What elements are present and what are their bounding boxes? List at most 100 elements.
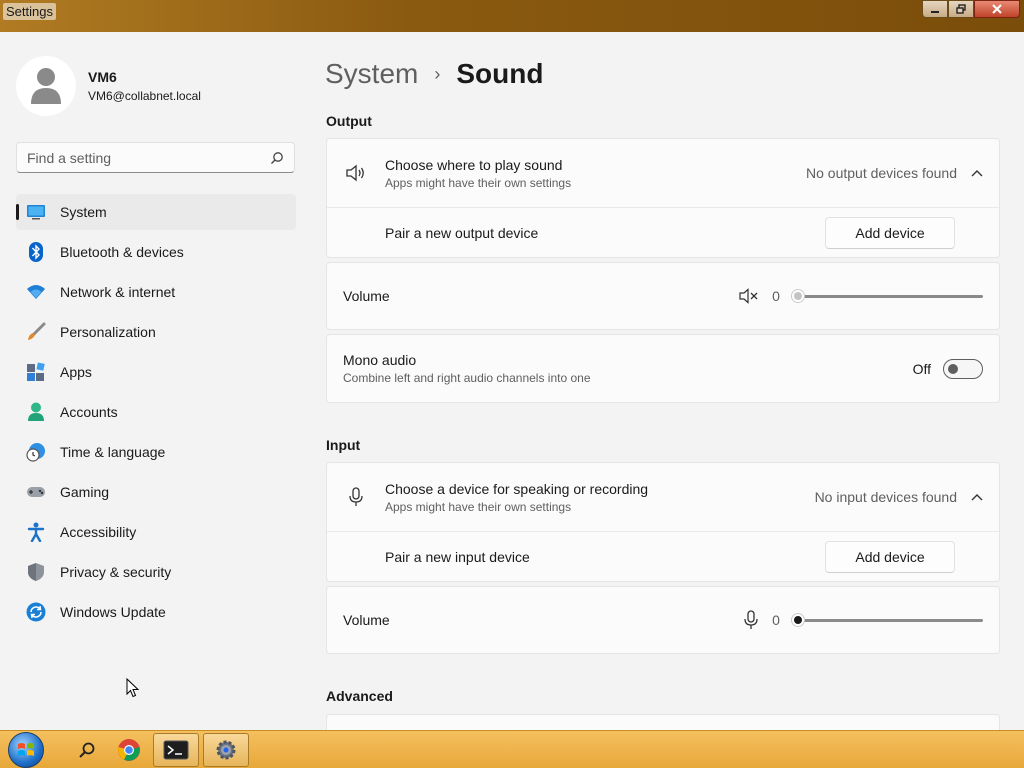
sidebar-item-personalization[interactable]: Personalization: [16, 314, 296, 350]
output-volume-slider[interactable]: [791, 289, 983, 303]
sidebar-item-label: Network & internet: [60, 284, 176, 300]
add-output-device-button[interactable]: Add device: [825, 217, 955, 249]
close-button[interactable]: [974, 0, 1020, 18]
update-icon: [26, 602, 46, 622]
gamepad-icon: [26, 482, 46, 502]
profile-email: VM6@collabnet.local: [88, 89, 201, 103]
window-title: Settings: [3, 3, 56, 20]
accessibility-icon: [26, 522, 46, 542]
sidebar-item-accounts[interactable]: Accounts: [16, 394, 296, 430]
mono-audio-subtitle: Combine left and right audio channels in…: [343, 371, 591, 385]
search-input[interactable]: [27, 149, 270, 166]
sidebar-item-label: Privacy & security: [60, 564, 172, 580]
bluetooth-icon: [26, 242, 46, 262]
chevron-up-icon[interactable]: [971, 169, 983, 177]
profile-name: VM6: [88, 69, 117, 85]
sidebar-item-system[interactable]: System: [16, 194, 296, 230]
input-volume-card: Volume 0: [326, 586, 1000, 654]
title-bar: Settings: [0, 0, 1024, 32]
sidebar-item-label: Personalization: [60, 324, 156, 340]
taskbar-chrome-button[interactable]: [112, 733, 146, 767]
input-status-text: No input devices found: [814, 489, 957, 505]
pair-input-row: Pair a new input device Add device: [327, 531, 999, 582]
output-volume-row: Volume 0: [327, 263, 999, 329]
sidebar-item-label: Windows Update: [60, 604, 166, 620]
microphone-icon[interactable]: [743, 610, 759, 630]
clock-globe-icon: [26, 442, 46, 462]
speaker-muted-icon[interactable]: [739, 288, 759, 304]
taskbar-terminal-button[interactable]: [153, 733, 199, 767]
window-controls: [922, 0, 1020, 18]
search-icon[interactable]: [270, 151, 284, 165]
settings-gear-icon: [216, 740, 236, 760]
mono-audio-card: Mono audio Combine left and right audio …: [326, 334, 1000, 403]
taskbar: [0, 730, 1024, 768]
mono-audio-toggle[interactable]: [943, 358, 983, 379]
page-title: Sound: [456, 58, 544, 89]
mono-audio-row: Mono audio Combine left and right audio …: [327, 335, 999, 402]
user-avatar-icon: [31, 68, 61, 104]
user-profile[interactable]: VM6 VM6@collabnet.local: [16, 56, 201, 116]
breadcrumb-parent[interactable]: System: [325, 58, 418, 90]
slider-thumb[interactable]: [791, 289, 805, 303]
sidebar-item-gaming[interactable]: Gaming: [16, 474, 296, 510]
choose-output-subtitle: Apps might have their own settings: [385, 175, 572, 190]
slider-thumb[interactable]: [791, 613, 805, 627]
output-volume-label: Volume: [343, 288, 390, 304]
choose-input-title: Choose a device for speaking or recordin…: [385, 480, 649, 497]
input-volume-label: Volume: [343, 612, 390, 628]
sidebar-item-label: Gaming: [60, 484, 110, 500]
restore-button[interactable]: [948, 0, 974, 18]
sidebar-item-bluetooth[interactable]: Bluetooth & devices: [16, 234, 296, 270]
sidebar-nav: System Bluetooth & devices Network & int…: [16, 194, 296, 634]
taskbar-settings-button[interactable]: [203, 733, 249, 767]
minimize-button[interactable]: [922, 0, 948, 18]
sidebar-item-label: Apps: [60, 364, 92, 380]
pair-output-label: Pair a new output device: [385, 225, 539, 241]
input-volume-row: Volume 0: [327, 587, 999, 653]
avatar: [16, 56, 76, 116]
chevron-right-icon: ›: [434, 63, 441, 84]
system-icon: [26, 202, 46, 222]
chevron-up-icon[interactable]: [971, 493, 983, 501]
output-section-title: Output: [326, 113, 372, 129]
choose-input-subtitle: Apps might have their own settings: [385, 499, 572, 514]
choose-output-row[interactable]: Choose where to play sound Apps might ha…: [327, 139, 999, 207]
close-icon: [992, 4, 1002, 14]
sidebar-item-windows-update[interactable]: Windows Update: [16, 594, 296, 630]
microphone-icon: [343, 487, 369, 507]
start-orb-icon[interactable]: [8, 732, 44, 768]
settings-window: VM6 VM6@collabnet.local System Bluetooth…: [0, 32, 1024, 730]
input-device-card: Choose a device for speaking or recordin…: [326, 462, 1000, 582]
input-section-title: Input: [326, 437, 361, 453]
output-status-text: No output devices found: [806, 165, 957, 181]
mouse-cursor-icon: [126, 678, 140, 698]
shield-icon: [26, 562, 46, 582]
taskbar-search-button[interactable]: [72, 733, 102, 767]
search-box[interactable]: [16, 142, 295, 173]
advanced-card[interactable]: [326, 714, 1000, 730]
restore-icon: [956, 4, 966, 14]
add-input-device-button[interactable]: Add device: [825, 541, 955, 573]
terminal-icon: [163, 740, 189, 760]
choose-input-row[interactable]: Choose a device for speaking or recordin…: [327, 463, 999, 531]
breadcrumb: System › Sound: [325, 58, 543, 90]
sidebar-item-label: System: [60, 204, 107, 220]
sidebar-item-apps[interactable]: Apps: [16, 354, 296, 390]
output-volume-card: Volume 0: [326, 262, 1000, 330]
wifi-icon: [26, 282, 46, 302]
pair-input-label: Pair a new input device: [385, 549, 530, 565]
sidebar-item-time-language[interactable]: Time & language: [16, 434, 296, 470]
brush-icon: [26, 322, 46, 342]
chrome-icon: [118, 739, 140, 761]
sidebar-item-network[interactable]: Network & internet: [16, 274, 296, 310]
minimize-icon: [931, 11, 939, 13]
slider-track: [791, 295, 983, 298]
input-volume-slider[interactable]: [791, 613, 983, 627]
output-volume-value: 0: [772, 288, 780, 304]
pair-output-row: Pair a new output device Add device: [327, 207, 999, 258]
sidebar-item-privacy-security[interactable]: Privacy & security: [16, 554, 296, 590]
apps-icon: [26, 362, 46, 382]
output-device-card: Choose where to play sound Apps might ha…: [326, 138, 1000, 258]
sidebar-item-accessibility[interactable]: Accessibility: [16, 514, 296, 550]
